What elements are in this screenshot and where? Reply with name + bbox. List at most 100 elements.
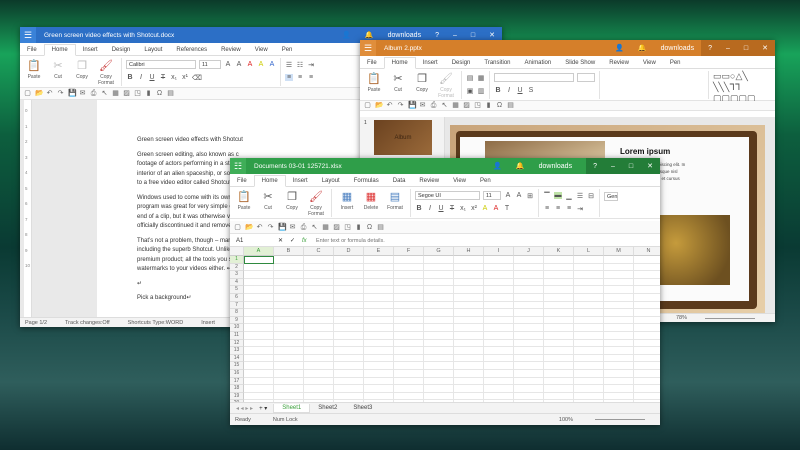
shrink-font-icon[interactable]: A bbox=[235, 61, 243, 68]
column-header[interactable]: E bbox=[364, 247, 394, 256]
bell-icon[interactable]: 🔔 bbox=[509, 162, 532, 170]
highlight-icon[interactable]: A bbox=[257, 61, 265, 68]
paste-button[interactable]: 📋 Paste bbox=[233, 189, 255, 211]
zoom-slider[interactable] bbox=[595, 419, 645, 420]
tab-data[interactable]: Data bbox=[386, 176, 413, 186]
account-dropdown[interactable]: downloads bbox=[654, 45, 701, 52]
tab-view[interactable]: View bbox=[446, 176, 473, 186]
char-shade-icon[interactable]: A bbox=[268, 61, 276, 68]
undo-icon[interactable]: ↶ bbox=[386, 102, 393, 109]
user-icon[interactable]: 👤 bbox=[335, 31, 358, 39]
track-changes-status[interactable]: Track changes:Off bbox=[65, 320, 110, 326]
layout-icon[interactable]: ▦ bbox=[477, 74, 485, 82]
italic-icon[interactable]: I bbox=[137, 74, 145, 81]
open-icon[interactable]: 📂 bbox=[35, 90, 44, 97]
copy-button[interactable]: ❐ Copy bbox=[71, 58, 93, 80]
align-right-icon[interactable]: ≡ bbox=[307, 74, 315, 81]
row-header[interactable]: 18 bbox=[230, 385, 244, 393]
account-dropdown[interactable]: downloads bbox=[381, 32, 428, 39]
column-header[interactable]: B bbox=[274, 247, 304, 256]
chart-icon[interactable]: ▮ bbox=[355, 224, 362, 231]
column-header[interactable]: H bbox=[454, 247, 484, 256]
shape-icon[interactable]: ◳ bbox=[474, 102, 481, 109]
print-icon[interactable]: ⎙ bbox=[430, 102, 437, 109]
paste-button[interactable]: 📋 Paste bbox=[363, 71, 385, 93]
shortcuts-type[interactable]: Shortcuts Type:WORD bbox=[128, 320, 184, 326]
superscript-icon[interactable]: x¹ bbox=[181, 74, 189, 81]
minimize-button[interactable]: – bbox=[719, 45, 737, 52]
new-icon[interactable]: ▢ bbox=[234, 224, 241, 231]
align-bottom-icon[interactable]: ▁ bbox=[565, 192, 573, 200]
help-icon[interactable]: ? bbox=[428, 32, 446, 39]
close-button[interactable]: ✕ bbox=[755, 44, 775, 52]
column-header[interactable]: C bbox=[304, 247, 334, 256]
tab-animation[interactable]: Animation bbox=[518, 58, 559, 68]
font-color-icon[interactable]: A bbox=[492, 205, 500, 212]
help-icon[interactable]: ? bbox=[586, 163, 604, 170]
column-header[interactable]: A bbox=[244, 247, 274, 256]
italic-icon[interactable]: I bbox=[426, 205, 434, 212]
tab-formulas[interactable]: Formulas bbox=[347, 176, 386, 186]
tab-insert[interactable]: Insert bbox=[286, 176, 315, 186]
row-header[interactable]: 9 bbox=[230, 316, 244, 325]
menu-icon[interactable]: ☷ bbox=[230, 158, 246, 174]
tab-slide-show[interactable]: Slide Show bbox=[558, 58, 602, 68]
bell-icon[interactable]: 🔔 bbox=[631, 44, 654, 52]
row-header[interactable]: 6 bbox=[230, 294, 244, 302]
help-icon[interactable]: ? bbox=[701, 45, 719, 52]
tab-home[interactable]: Home bbox=[43, 44, 76, 56]
account-dropdown[interactable]: downloads bbox=[532, 163, 586, 170]
bold-icon[interactable]: B bbox=[126, 74, 134, 81]
tab-pen[interactable]: Pen bbox=[275, 45, 300, 55]
omega-icon[interactable]: Ω bbox=[156, 90, 163, 97]
tab-review[interactable]: Review bbox=[602, 58, 636, 68]
row-header[interactable]: 14 bbox=[230, 354, 244, 363]
sheet-tab[interactable]: Sheet3 bbox=[345, 404, 380, 412]
slide-thumbnail-1[interactable]: Album bbox=[374, 120, 432, 155]
maximize-button[interactable]: □ bbox=[464, 32, 482, 39]
merge-icon[interactable]: ⊟ bbox=[587, 192, 595, 200]
row-header[interactable]: 12 bbox=[230, 339, 244, 348]
maximize-button[interactable]: □ bbox=[737, 45, 755, 52]
font-name-select[interactable] bbox=[494, 73, 574, 82]
close-button[interactable]: ✕ bbox=[482, 31, 502, 39]
chart-icon[interactable]: ▮ bbox=[145, 90, 152, 97]
strikethrough-icon[interactable]: T bbox=[159, 74, 167, 81]
section-icon[interactable]: ▣ bbox=[466, 87, 474, 95]
column-header[interactable]: M bbox=[604, 247, 634, 256]
reset-icon[interactable]: ▥ bbox=[477, 87, 485, 95]
font-size-select[interactable]: 11 bbox=[483, 191, 501, 200]
cancel-icon[interactable]: ✕ bbox=[278, 237, 290, 244]
pointer-icon[interactable]: ↖ bbox=[311, 224, 318, 231]
image-icon[interactable]: ▨ bbox=[123, 90, 130, 97]
chart-icon[interactable]: ▮ bbox=[485, 102, 492, 109]
superscript-icon[interactable]: x² bbox=[470, 205, 478, 212]
select-all[interactable] bbox=[230, 247, 244, 256]
cut-button[interactable]: ✂ Cut bbox=[47, 58, 69, 80]
subscript-icon[interactable]: x₁ bbox=[170, 74, 178, 81]
align-right-icon[interactable]: ≡ bbox=[565, 205, 573, 212]
row-header[interactable]: 5 bbox=[230, 286, 244, 294]
image-icon[interactable]: ▨ bbox=[463, 102, 470, 109]
mail-icon[interactable]: ✉ bbox=[289, 224, 296, 231]
tab-view[interactable]: View bbox=[636, 58, 663, 68]
sheet-tab[interactable]: Sheet2 bbox=[310, 404, 345, 412]
numbering-icon[interactable]: ☷ bbox=[296, 61, 304, 69]
row-header[interactable]: 17 bbox=[230, 377, 244, 386]
column-header[interactable]: L bbox=[574, 247, 604, 256]
delete-cells-button[interactable]: ▦ Delete bbox=[360, 189, 382, 211]
redo-icon[interactable]: ↷ bbox=[57, 90, 64, 97]
tab-pen[interactable]: Pen bbox=[473, 176, 498, 186]
row-header[interactable]: 10 bbox=[230, 324, 244, 332]
font-color-icon[interactable]: A bbox=[246, 61, 254, 68]
align-middle-icon[interactable]: ▬ bbox=[554, 192, 562, 199]
column-header[interactable]: J bbox=[514, 247, 544, 256]
tab-references[interactable]: References bbox=[169, 45, 214, 55]
underline-icon[interactable]: U bbox=[437, 205, 445, 212]
align-left-icon[interactable]: ≡ bbox=[543, 205, 551, 212]
bell-icon[interactable]: 🔔 bbox=[358, 31, 381, 39]
tab-insert[interactable]: Insert bbox=[416, 58, 445, 68]
new-icon[interactable]: ▢ bbox=[364, 102, 371, 109]
row-header[interactable]: 15 bbox=[230, 362, 244, 370]
font-size-select[interactable] bbox=[577, 73, 595, 82]
